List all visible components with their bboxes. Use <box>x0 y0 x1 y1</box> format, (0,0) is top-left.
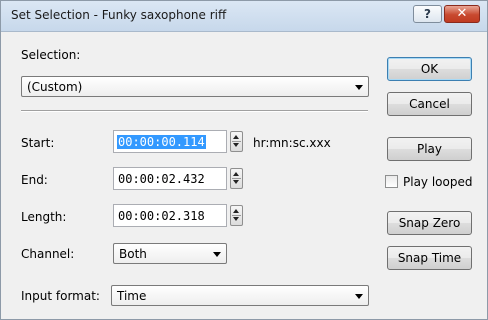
snap-zero-button[interactable]: Snap Zero <box>387 211 472 235</box>
set-selection-dialog: Set Selection - Funky saxophone riff ? ✕… <box>0 0 488 320</box>
start-spinner[interactable] <box>230 131 243 152</box>
chevron-down-icon <box>355 294 363 299</box>
channel-value: Both <box>119 247 147 261</box>
spin-up-icon <box>233 135 239 139</box>
selection-value: (Custom) <box>27 80 83 94</box>
channel-label: Channel: <box>21 247 75 261</box>
input-format-dropdown[interactable]: Time <box>111 285 369 306</box>
length-label: Length: <box>21 210 67 224</box>
close-button[interactable]: ✕ <box>444 5 480 23</box>
length-spinner[interactable] <box>230 205 243 226</box>
length-input[interactable]: 00:00:02.318 <box>113 204 227 227</box>
start-time-input[interactable]: 00:00:00.114 <box>113 130 227 153</box>
spin-up-icon <box>233 209 239 213</box>
separator <box>21 110 368 112</box>
cancel-button[interactable]: Cancel <box>387 92 472 116</box>
selection-dropdown[interactable]: (Custom) <box>21 76 369 97</box>
window-title: Set Selection - Funky saxophone riff <box>11 8 227 22</box>
spin-down-icon <box>233 143 239 147</box>
selection-label: Selection: <box>21 48 81 62</box>
spin-up-icon <box>233 172 239 176</box>
chevron-down-icon <box>355 85 363 90</box>
title-bar[interactable]: Set Selection - Funky saxophone riff ? ✕ <box>1 1 487 32</box>
end-time-input[interactable]: 00:00:02.432 <box>113 167 227 190</box>
channel-dropdown[interactable]: Both <box>113 243 227 264</box>
input-format-value: Time <box>117 289 147 303</box>
play-looped-checkbox[interactable] <box>385 175 398 188</box>
length-value: 00:00:02.318 <box>118 209 205 223</box>
end-label: End: <box>21 173 48 187</box>
play-looped-label[interactable]: Play looped <box>403 175 472 189</box>
spin-down-icon <box>233 180 239 184</box>
question-mark-icon: ? <box>424 7 431 21</box>
start-time-value: 00:00:00.114 <box>117 135 206 149</box>
snap-time-button[interactable]: Snap Time <box>387 246 472 270</box>
start-label: Start: <box>21 136 55 150</box>
help-button[interactable]: ? <box>413 5 442 23</box>
end-spinner[interactable] <box>230 168 243 189</box>
time-format-hint: hr:mn:sc.xxx <box>253 136 331 150</box>
close-icon: ✕ <box>456 6 468 21</box>
play-button[interactable]: Play <box>387 137 472 161</box>
ok-button[interactable]: OK <box>387 57 472 81</box>
chevron-down-icon <box>213 252 221 257</box>
spin-down-icon <box>233 217 239 221</box>
input-format-label: Input format: <box>21 289 100 303</box>
end-time-value: 00:00:02.432 <box>118 172 205 186</box>
